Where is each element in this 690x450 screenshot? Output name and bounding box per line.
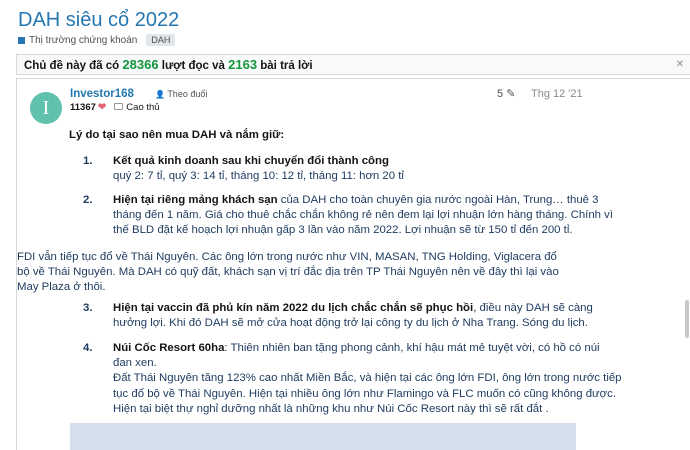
post-number[interactable]: 5 ✎ (497, 87, 515, 100)
forum-square-icon (18, 36, 25, 44)
thread-meta: Thị trường chứng khoán DAH (18, 34, 176, 46)
post-number-value: 5 (497, 88, 504, 100)
item-text: tục đổ bộ về Thái Nguyên. Hiện tại nhiều… (113, 387, 616, 400)
list-item: 4. Núi Cốc Resort 60ha: Thiên nhiên ban … (83, 341, 622, 417)
rank-icon (114, 103, 124, 110)
tag-badge[interactable]: DAH (146, 34, 176, 46)
reaction-count: 11367 (70, 102, 96, 113)
post-image[interactable] (70, 423, 576, 450)
stats-prefix: Chủ đề này đã có (24, 60, 120, 72)
stats-suffix: bài trả lời (260, 60, 313, 72)
item-text: đan xen. (113, 357, 157, 370)
post-date[interactable]: Thg 12 '21 (531, 88, 583, 100)
list-item: 1. Kết quả kinh doanh sau khi chuyển đổi… (83, 154, 583, 184)
thread-title: DAH siêu cổ 2022 (18, 9, 180, 31)
avatar[interactable]: I (30, 92, 62, 124)
item-title: Núi Cốc Resort 60ha (113, 342, 225, 354)
views-count: 28366 (122, 57, 159, 72)
item-title: Hiện tại riêng mảng khách sạn (113, 194, 278, 206)
settings-icon[interactable]: ✕ (676, 55, 684, 74)
scrollbar-thumb[interactable] (685, 300, 689, 338)
item-title: Hiện tại vaccin đã phủ kín năm 2022 du l… (113, 302, 474, 314)
list-number: 2. (83, 194, 93, 206)
list-number: 4. (83, 342, 93, 354)
item-text: Đất Thái Nguyên tăng 123% cao nhất Miền … (113, 372, 622, 385)
paragraph: FDI vẫn tiếp tục đổ về Thái Nguyên. Các … (17, 250, 559, 296)
item-text: của DAH cho toàn chuyên gia nước ngoài H… (280, 194, 599, 206)
user-reputation: 11367 ❤ Cao thủ (70, 102, 160, 113)
item-text: : Thiên nhiên ban tặng phong cảnh, khí h… (224, 342, 600, 354)
item-text: thế BLD đặt kế hoạch lợi nhuận gấp 3 lần… (113, 224, 573, 237)
scrollbar[interactable] (684, 0, 690, 450)
heart-icon: ❤ (97, 102, 107, 113)
stats-mid: lượt đọc và (161, 60, 225, 72)
list-number: 1. (83, 155, 93, 167)
list-item: 2. Hiện tại riêng mảng khách sạn của DAH… (83, 193, 614, 239)
para-line: May Plaza ở thôi. (17, 281, 106, 294)
list-number: 3. (83, 302, 93, 314)
item-text: Hiện tại biệt thự nghỉ dưỡng nhất là nhữ… (113, 402, 549, 415)
item-title: Kết quả kinh doanh sau khi chuyển đổi th… (113, 155, 389, 167)
thread-stats-bar: Chủ đề này đã có 28366 lượt đọc và 2163 … (16, 54, 690, 75)
para-line: bộ về Thái Nguyên. Mà DAH có quỹ đất, kh… (17, 266, 559, 279)
replies-count: 2163 (228, 57, 258, 72)
item-text: tháng đến 1 năm. Giá cho thuê chắc chắn … (113, 209, 614, 222)
rank-label: Cao thủ (126, 102, 160, 113)
forum-link[interactable]: Thị trường chứng khoán (29, 35, 137, 46)
follow-button[interactable]: 👤 Theo đuổi (155, 89, 207, 99)
post-heading: Lý do tại sao nên mua DAH và nắm giữ: (69, 129, 285, 141)
item-text: hưởng lợi. Khi đó DAH sẽ mở cửa hoạt độn… (113, 317, 588, 330)
user-rank: Cao thủ (114, 102, 160, 113)
username-link[interactable]: Investor168 (70, 88, 134, 100)
pencil-icon: ✎ (506, 88, 516, 100)
item-text: quý 2: 7 tỉ, quý 3: 14 tỉ, tháng 10: 12 … (113, 170, 404, 183)
post: I Investor168 👤 Theo đuổi 11367 ❤ Cao th… (16, 78, 690, 450)
follow-icon: 👤 (155, 90, 165, 99)
list-item: 3. Hiện tại vaccin đã phủ kín năm 2022 d… (83, 301, 593, 331)
para-line: FDI vẫn tiếp tục đổ về Thái Nguyên. Các … (17, 251, 557, 263)
follow-label: Theo đuổi (167, 89, 208, 99)
item-text: , điều này DAH sẽ càng (473, 302, 593, 314)
